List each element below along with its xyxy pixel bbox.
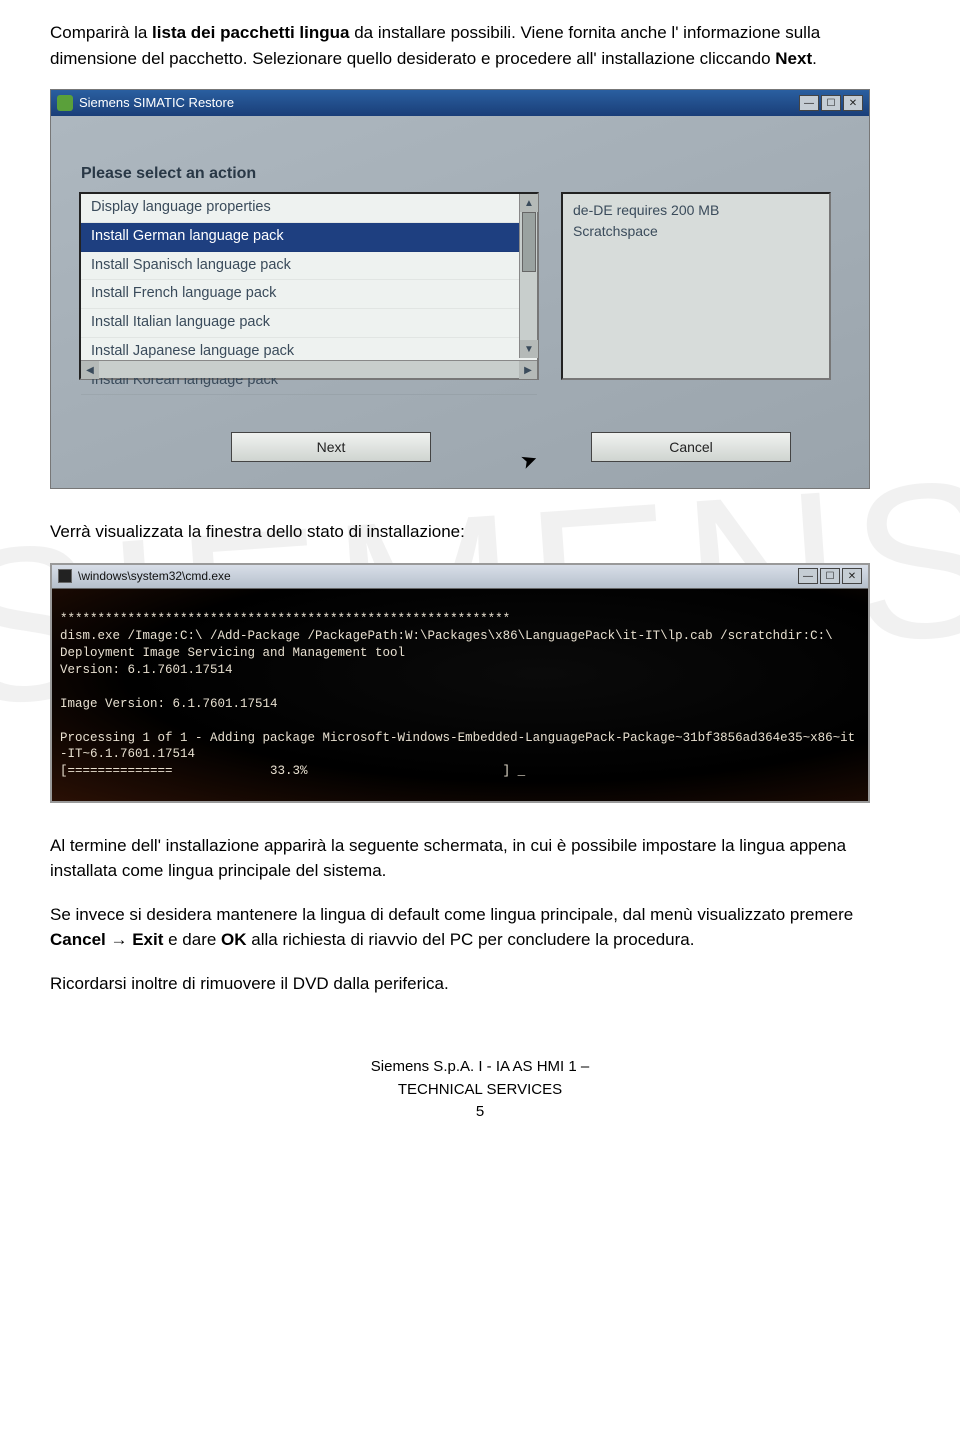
app-icon xyxy=(57,95,73,111)
list-item[interactable]: Display language properties xyxy=(81,194,537,223)
cmd-icon xyxy=(58,569,72,583)
page-footer: Siemens S.p.A. I - IA AS HMI 1 – TECHNIC… xyxy=(50,1056,910,1124)
cmd-titlebar: \windows\system32\cmd.exe — ☐ ✕ xyxy=(52,565,868,589)
next-button[interactable]: Next xyxy=(231,432,431,462)
cmd-line: Image Version: 6.1.7601.17514 xyxy=(60,697,278,711)
scroll-thumb[interactable] xyxy=(522,212,536,272)
text: Comparirà la xyxy=(50,23,152,42)
text: . xyxy=(812,49,817,68)
cmd-progress-line: [============== 33.3% ] _ xyxy=(60,764,525,778)
scroll-left-icon[interactable]: ◀ xyxy=(81,361,99,379)
cancel-exit-paragraph: Se invece si desidera mantenere la lingu… xyxy=(50,902,910,953)
footer-line: Siemens S.p.A. I - IA AS HMI 1 – xyxy=(50,1056,910,1079)
cmd-line: Processing 1 of 1 - Adding package Micro… xyxy=(60,731,855,762)
cmd-output: ****************************************… xyxy=(52,589,868,801)
cmd-title-text: \windows\system32\cmd.exe xyxy=(78,567,231,585)
list-item-selected[interactable]: Install German language pack xyxy=(81,223,537,252)
text: e dare xyxy=(163,930,221,949)
bold-text: Next xyxy=(775,49,812,68)
cmd-line: Deployment Image Servicing and Managemen… xyxy=(60,646,405,660)
cmd-window-screenshot: \windows\system32\cmd.exe — ☐ ✕ ********… xyxy=(50,563,870,803)
maximize-button[interactable]: ☐ xyxy=(820,568,840,584)
scroll-up-icon[interactable]: ▲ xyxy=(520,194,538,212)
page-number: 5 xyxy=(50,1101,910,1124)
scroll-down-icon[interactable]: ▼ xyxy=(520,340,538,358)
footer-line: TECHNICAL SERVICES xyxy=(50,1079,910,1102)
cancel-button[interactable]: Cancel xyxy=(591,432,791,462)
close-button[interactable]: ✕ xyxy=(843,95,863,111)
bold-text: Exit xyxy=(132,930,163,949)
mouse-cursor-icon: ➤ xyxy=(516,444,542,478)
action-listbox[interactable]: Display language properties Install Germ… xyxy=(79,192,539,380)
info-panel: de-DE requires 200 MB Scratchspace xyxy=(561,192,831,380)
horizontal-scrollbar[interactable]: ◀ ▶ xyxy=(81,360,537,378)
scroll-right-icon[interactable]: ▶ xyxy=(519,361,537,379)
cmd-line: ****************************************… xyxy=(60,612,510,626)
select-action-label: Please select an action xyxy=(81,162,256,186)
list-item[interactable]: Install French language pack xyxy=(81,280,537,309)
info-line: de-DE requires 200 MB xyxy=(573,200,819,221)
remove-dvd-paragraph: Ricordarsi inoltre di rimuovere il DVD d… xyxy=(50,971,910,997)
bold-text: lista dei pacchetti lingua xyxy=(152,23,349,42)
restore-dialog-screenshot: Siemens SIMATIC Restore — ☐ ✕ Please sel… xyxy=(50,89,870,489)
minimize-button[interactable]: — xyxy=(799,95,819,111)
titlebar: Siemens SIMATIC Restore — ☐ ✕ xyxy=(51,90,869,116)
status-window-intro: Verrà visualizzata la finestra dello sta… xyxy=(50,519,910,545)
list-item[interactable]: Install Spanisch language pack xyxy=(81,252,537,281)
cmd-line: dism.exe /Image:C:\ /Add-Package /Packag… xyxy=(60,629,833,643)
post-install-paragraph: Al termine dell' installazione apparirà … xyxy=(50,833,910,884)
maximize-button[interactable]: ☐ xyxy=(821,95,841,111)
close-button[interactable]: ✕ xyxy=(842,568,862,584)
minimize-button[interactable]: — xyxy=(798,568,818,584)
bold-text: Cancel xyxy=(50,930,106,949)
arrow-icon: → xyxy=(106,930,132,949)
intro-paragraph: Comparirà la lista dei pacchetti lingua … xyxy=(50,20,910,71)
bold-text: OK xyxy=(221,930,247,949)
info-line: Scratchspace xyxy=(573,221,819,242)
list-item[interactable]: Install Italian language pack xyxy=(81,309,537,338)
text: Se invece si desidera mantenere la lingu… xyxy=(50,905,853,924)
text: alla richiesta di riavvio del PC per con… xyxy=(247,930,695,949)
window-title: Siemens SIMATIC Restore xyxy=(79,93,234,113)
cmd-line: Version: 6.1.7601.17514 xyxy=(60,663,233,677)
vertical-scrollbar[interactable]: ▲ ▼ xyxy=(519,194,537,358)
